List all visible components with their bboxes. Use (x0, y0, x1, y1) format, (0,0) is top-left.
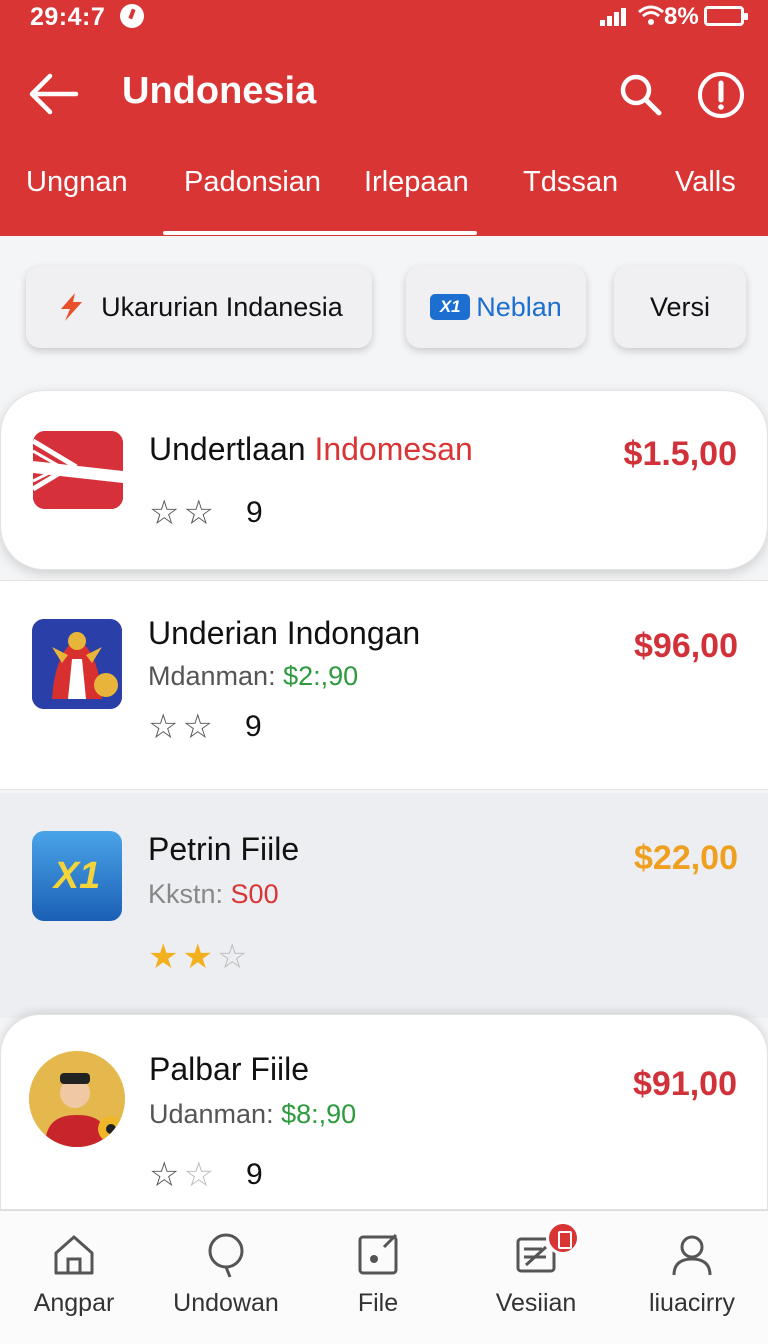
item-subtitle: Udanman: $8:,90 (149, 1099, 357, 1129)
nav-item-vesiian[interactable]: Vesiian (466, 1221, 606, 1331)
tab-ungnan[interactable]: Ungnan (26, 166, 128, 199)
filter-chip-indanesia[interactable]: Ukarurian Indanesia (26, 266, 372, 348)
star-empty-icon: ☆ (149, 1156, 180, 1194)
item-price: $96,00 (634, 627, 738, 665)
rating-stars: ★ ★ ☆ (148, 939, 251, 975)
item-subtitle: Mdanman: $2:,90 (148, 661, 359, 691)
item-sub-value: $8:,90 (281, 1099, 357, 1129)
avatar (29, 1051, 125, 1147)
rating-stars: ☆ ☆ 9 (149, 1157, 263, 1193)
toolbar: Undonesia (0, 56, 768, 132)
item-title: Palbar Fiile (149, 1051, 310, 1087)
info-icon[interactable] (696, 70, 746, 120)
alarm-icon (120, 4, 144, 28)
bubble-icon (208, 1233, 244, 1278)
item-title: Underian Indongan (148, 615, 421, 651)
page-title: Undonesia (122, 70, 317, 112)
flag-thumbnail-icon (33, 431, 123, 509)
app-header: 29:4:7 8% Undonesia Ungnan Padonsian Irl… (0, 0, 768, 236)
x1-logo-text: X1 (53, 854, 101, 897)
chip-label: Neblan (476, 291, 562, 322)
nav-label: Undowan (173, 1289, 279, 1317)
star-filled-icon: ★ (148, 938, 179, 976)
item-title: Petrin Fiile (148, 831, 300, 867)
back-arrow-icon[interactable] (24, 68, 82, 120)
tab-irlepaan[interactable]: Irlepaan (364, 166, 469, 199)
bottom-navigation: Angpar Undowan File Vesiian liuacirry (0, 1210, 768, 1344)
item-title: Undertlaan Indomesan (149, 431, 473, 467)
garuda-thumbnail-icon (32, 619, 122, 709)
status-time: 29:4:7 (30, 3, 106, 31)
notification-badge (546, 1221, 580, 1255)
nav-item-file[interactable]: File (308, 1221, 448, 1331)
filter-chip-versi[interactable]: Versi (614, 266, 746, 348)
nav-item-angpar[interactable]: Angpar (4, 1221, 144, 1331)
list-item[interactable]: Underian Indongan Mdanman: $2:,90 $96,00… (0, 580, 768, 790)
chip-label: Ukarurian Indanesia (101, 291, 343, 322)
rating-count: 9 (245, 1158, 263, 1191)
filter-chip-neblan[interactable]: X1 Neblan (406, 266, 586, 348)
star-half-icon: ☆ (183, 494, 214, 532)
file-icon (358, 1233, 398, 1275)
nav-label: Vesiian (495, 1289, 577, 1317)
item-price: $22,00 (634, 839, 738, 877)
x1-app-icon: X1 (32, 831, 122, 921)
rating-stars: ☆ ☆ 9 (149, 495, 263, 531)
home-icon (54, 1235, 94, 1275)
item-title-accent: Indomesan (314, 431, 473, 467)
x1-logo-icon: X1 (430, 294, 471, 320)
rating-stars: ☆ ☆ 9 (148, 709, 262, 745)
item-price: $1.5,00 (623, 435, 737, 473)
tab-bar: Ungnan Padonsian Irlepaan Tdssan Valls (0, 160, 768, 236)
list-item[interactable]: X1 Petrin Fiile Kkstn: S00 $22,00 ★ ★ ☆ (0, 793, 768, 1018)
star-filled-icon: ★ (182, 938, 213, 976)
signal-icon (600, 8, 628, 26)
nav-label: File (357, 1289, 399, 1317)
list-item[interactable]: Palbar Fiile Udanman: $8:,90 $91,00 ☆ ☆ … (0, 1014, 768, 1210)
tab-valls[interactable]: Valls (675, 166, 736, 199)
status-bar: 29:4:7 8% (0, 0, 768, 34)
person-icon (672, 1235, 712, 1276)
chip-label: Versi (649, 291, 711, 322)
thumbs-up-icon: ☆ (216, 938, 248, 976)
nav-item-undowan[interactable]: Undowan (156, 1221, 296, 1331)
nav-label: liuacirry (648, 1289, 736, 1317)
item-sub-value: S00 (230, 879, 279, 909)
tab-tdssan[interactable]: Tdssan (523, 166, 618, 199)
item-subtitle: Kkstn: S00 (148, 879, 279, 909)
star-empty-icon: ☆ (149, 494, 180, 532)
battery-icon (704, 6, 748, 26)
item-price: $91,00 (633, 1065, 737, 1103)
list-item[interactable]: Undertlaan Indomesan $1.5,00 ☆ ☆ 9 (0, 390, 768, 570)
tab-padonsian[interactable]: Padonsian (184, 166, 321, 199)
active-tab-indicator (163, 231, 477, 235)
battery-percent: 8% (664, 3, 699, 30)
star-empty-icon: ☆ (148, 708, 179, 746)
nav-label: Angpar (33, 1289, 115, 1317)
rating-count: 9 (244, 710, 262, 743)
star-empty-icon: ☆ (182, 708, 213, 746)
nav-item-liuacirry[interactable]: liuacirry (622, 1221, 762, 1331)
wifi-icon (638, 5, 664, 25)
star-half-icon: ☆ (183, 1156, 214, 1194)
search-icon[interactable] (616, 70, 664, 118)
rating-count: 9 (245, 496, 263, 529)
bolt-icon (61, 293, 83, 321)
item-sub-value: $2:,90 (283, 661, 359, 691)
